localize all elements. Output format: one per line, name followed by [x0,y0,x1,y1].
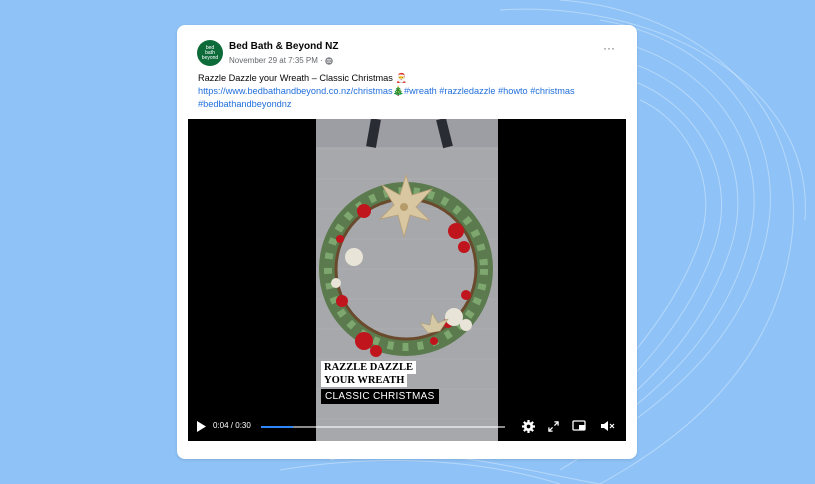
post-meta: November 29 at 7:35 PM · [229,56,333,65]
video-caption-line-2: YOUR WREATH [321,374,408,387]
video-frame[interactable]: RAZZLE DAZZLE YOUR WREATH CLASSIC CHRIST… [316,119,498,441]
picture-in-picture-icon[interactable] [572,420,586,432]
tree-emoji: 🎄 [392,86,405,96]
fullscreen-icon[interactable] [548,421,559,432]
page-name[interactable]: Bed Bath & Beyond NZ [229,41,338,52]
globe-icon [324,56,333,65]
santa-emoji: 🎅 [395,73,407,83]
avatar-text-3: beyond [201,54,219,61]
post-card: bed bath beyond Bed Bath & Beyond NZ Nov… [177,25,637,459]
video-controls: 0:04 / 0:30 [188,413,626,441]
meta-separator: · [319,56,323,65]
video-player[interactable]: RAZZLE DAZZLE YOUR WREATH CLASSIC CHRIST… [188,119,626,441]
settings-icon[interactable] [522,420,535,433]
post-text: Razzle Dazzle your Wreath – Classic Chri… [198,72,623,111]
video-timecode: 0:04 / 0:30 [213,421,251,430]
volume-muted-icon[interactable] [600,420,615,432]
progress-fill [261,426,293,428]
christmas-link[interactable]: https://www.bedbathandbeyond.co.nz/chris… [198,86,393,96]
play-icon[interactable] [196,421,206,432]
post-timestamp[interactable]: November 29 at 7:35 PM [229,56,318,65]
avatar[interactable]: bed bath beyond [197,40,223,66]
post-title: Razzle Dazzle your Wreath – Classic Chri… [198,73,393,83]
hashtags-line-1[interactable]: #wreath #razzledazzle #howto #christmas [404,86,575,96]
hashtags-line-2[interactable]: #bedbathandbeyondnz [198,98,623,111]
video-caption-subtitle: CLASSIC CHRISTMAS [321,389,439,404]
more-options-button[interactable]: ··· [603,42,615,54]
post-link-line: https://www.bedbathandbeyond.co.nz/chris… [198,85,623,98]
progress-track[interactable] [261,426,505,428]
video-caption-line-1: RAZZLE DAZZLE [321,361,416,374]
post-title-line: Razzle Dazzle your Wreath – Classic Chri… [198,72,623,85]
